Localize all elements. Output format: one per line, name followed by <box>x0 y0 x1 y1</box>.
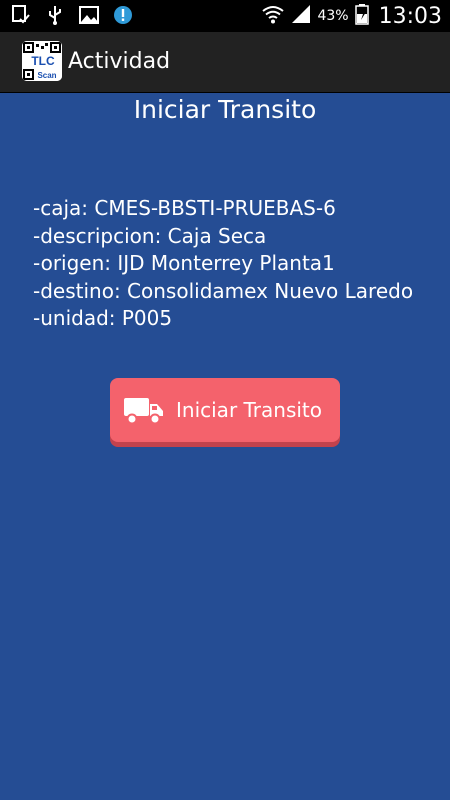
detail-caja: -caja: CMES-BBSTI-PRUEBAS-6 <box>33 196 336 220</box>
wifi-icon <box>261 3 285 29</box>
status-bar: 43% 13:03 <box>0 0 450 32</box>
detail-descripcion: -descripcion: Caja Seca <box>33 223 267 248</box>
alert-icon <box>112 4 134 26</box>
download-check-icon <box>10 4 32 26</box>
battery-icon <box>354 3 369 29</box>
truck-icon <box>124 396 164 430</box>
start-transit-button-label: Iniciar Transito <box>176 398 323 422</box>
app-icon-text-top: TLC <box>31 54 55 68</box>
usb-icon <box>44 4 66 26</box>
image-icon <box>78 4 100 26</box>
page-title: Iniciar Transito <box>133 95 317 124</box>
action-bar: TLC Scan Actividad <box>0 32 450 93</box>
battery-percent: 43% <box>317 8 349 24</box>
detail-unidad: -unidad: P005 <box>33 306 173 330</box>
detail-destino: -destino: Consolidamex Nuevo Laredo <box>33 278 414 303</box>
detail-origen: -origen: IJD Monterrey Planta1 <box>33 251 335 275</box>
app-logo-icon[interactable]: TLC Scan <box>22 41 62 81</box>
signal-icon <box>291 3 311 29</box>
clock: 13:03 <box>378 3 442 29</box>
app-icon-text-bottom: Scan <box>37 71 56 80</box>
detail-list: -caja: CMES-BBSTI-PRUEBAS-6 -descripcion… <box>33 195 413 333</box>
action-bar-title: Actividad <box>68 49 171 74</box>
start-transit-button[interactable]: Iniciar Transito <box>110 378 340 442</box>
